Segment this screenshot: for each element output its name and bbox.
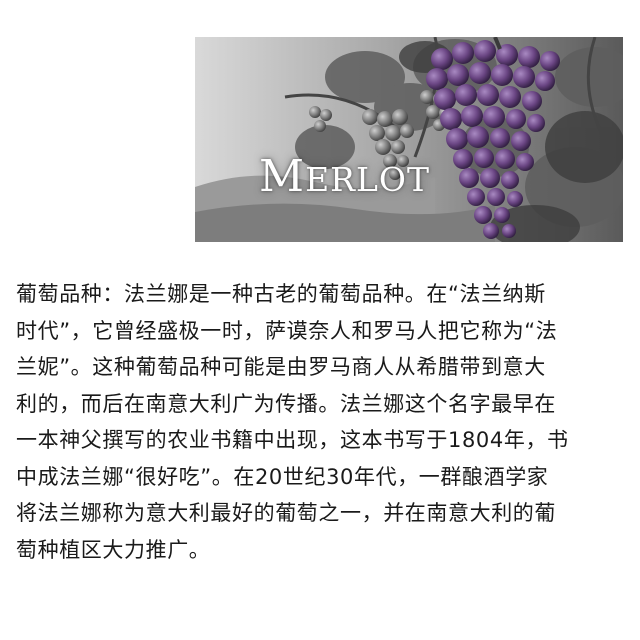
grape-vineyard-photo-icon: [195, 37, 623, 242]
description-line: 一本神父撰写的农业书籍中出现，这本书写于1804年，书: [16, 428, 569, 452]
description-line: 葡萄品种：法兰娜是一种古老的葡萄品种。在“法兰纳斯: [16, 282, 546, 306]
description-line: 利的，而后在南意大利广为传播。法兰娜这个名字最早在: [16, 391, 556, 416]
hero-banner: MERLOT: [195, 37, 623, 242]
hero-title: MERLOT: [259, 149, 430, 208]
description-line: 兰妮”。这种葡萄品种可能是由罗马商人从希腊带到意大: [16, 355, 546, 379]
description-line: 将法兰娜称为意大利最好的葡萄之一，并在南意大利的葡: [16, 501, 556, 525]
description-line: 中成法兰娜“很好吃”。在20世纪30年代，一群酿酒学家: [16, 464, 549, 489]
description-line: 萄种植区大力推广。: [16, 537, 211, 562]
hero-title-initial: M: [259, 151, 306, 202]
description-text: 葡萄品种：法兰娜是一种古老的葡萄品种。在“法兰纳斯 时代”，它曾经盛极一时，萨谟…: [16, 276, 628, 568]
hero-title-rest: ERLOT: [305, 160, 430, 199]
description-line: 时代”，它曾经盛极一时，萨谟奈人和罗马人把它称为“法: [16, 318, 558, 343]
